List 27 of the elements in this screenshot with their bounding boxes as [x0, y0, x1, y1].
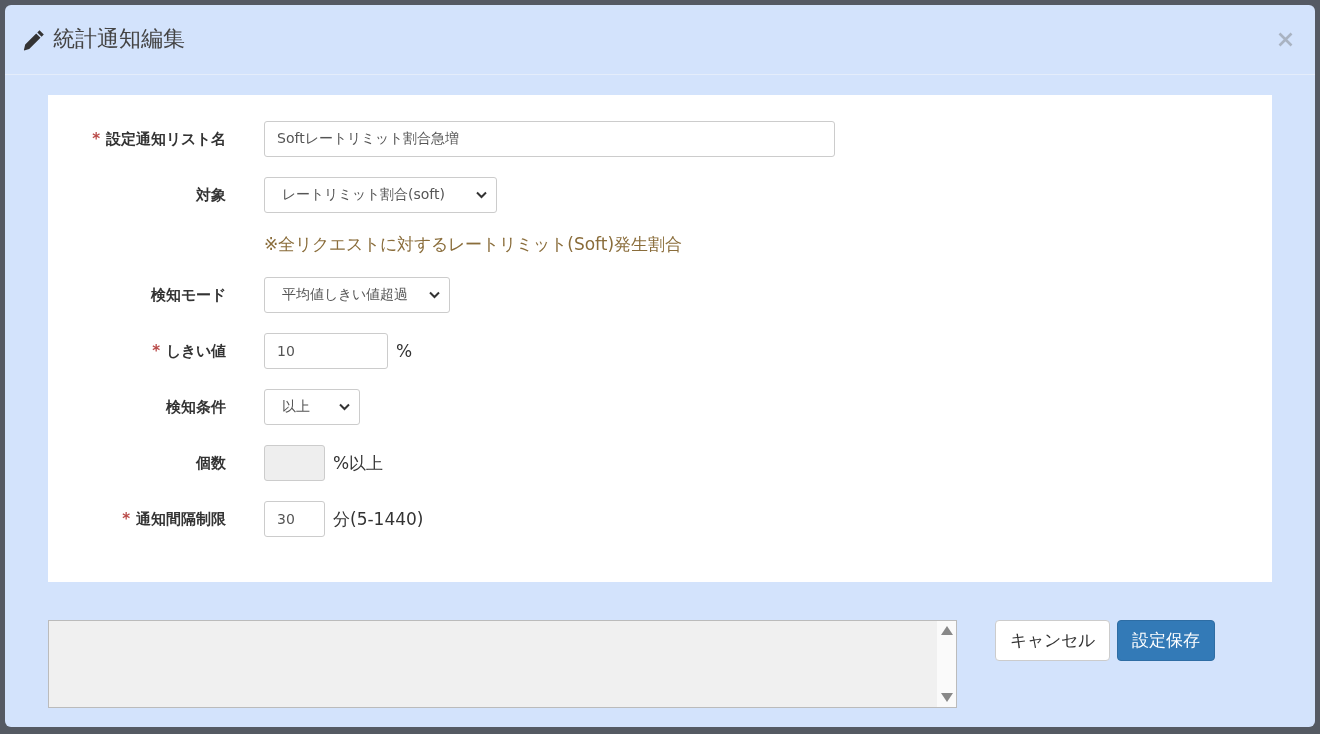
field-label: しきい値: [166, 341, 226, 361]
field-label: 対象: [196, 185, 226, 205]
chevron-down-icon: [429, 291, 440, 299]
dropdown[interactable]: 平均値しきい値超過: [264, 277, 450, 313]
required-marker: *: [122, 511, 130, 527]
save-button[interactable]: 設定保存: [1117, 620, 1215, 661]
pencil-icon: [22, 28, 46, 51]
text-field[interactable]: 10: [264, 333, 388, 369]
required-marker: *: [152, 343, 160, 359]
unit-label: 分(5-1440): [333, 507, 424, 531]
field-label: 検知条件: [166, 397, 226, 417]
required-marker: *: [92, 131, 100, 147]
hint-text: ※全リクエストに対するレートリミット(Soft)発生割合: [264, 233, 683, 256]
dropdown[interactable]: 以上: [264, 389, 360, 425]
chevron-down-icon: [339, 403, 350, 411]
text-field[interactable]: 30: [264, 501, 325, 537]
unit-label: %: [396, 341, 413, 361]
unit-label: %以上: [333, 451, 384, 475]
field-label: 設定通知リスト名: [106, 129, 226, 149]
dropdown[interactable]: レートリミット割合(soft): [264, 177, 497, 213]
field-label: 検知モード: [151, 285, 226, 305]
cancel-button[interactable]: キャンセル: [995, 620, 1110, 661]
field-label: 通知間隔制限: [136, 509, 226, 529]
dialog-title: 統計通知編集: [53, 26, 185, 53]
text-field[interactable]: Softレートリミット割合急増: [264, 121, 835, 157]
field-label: 個数: [196, 453, 226, 473]
chevron-down-icon: [476, 191, 487, 199]
